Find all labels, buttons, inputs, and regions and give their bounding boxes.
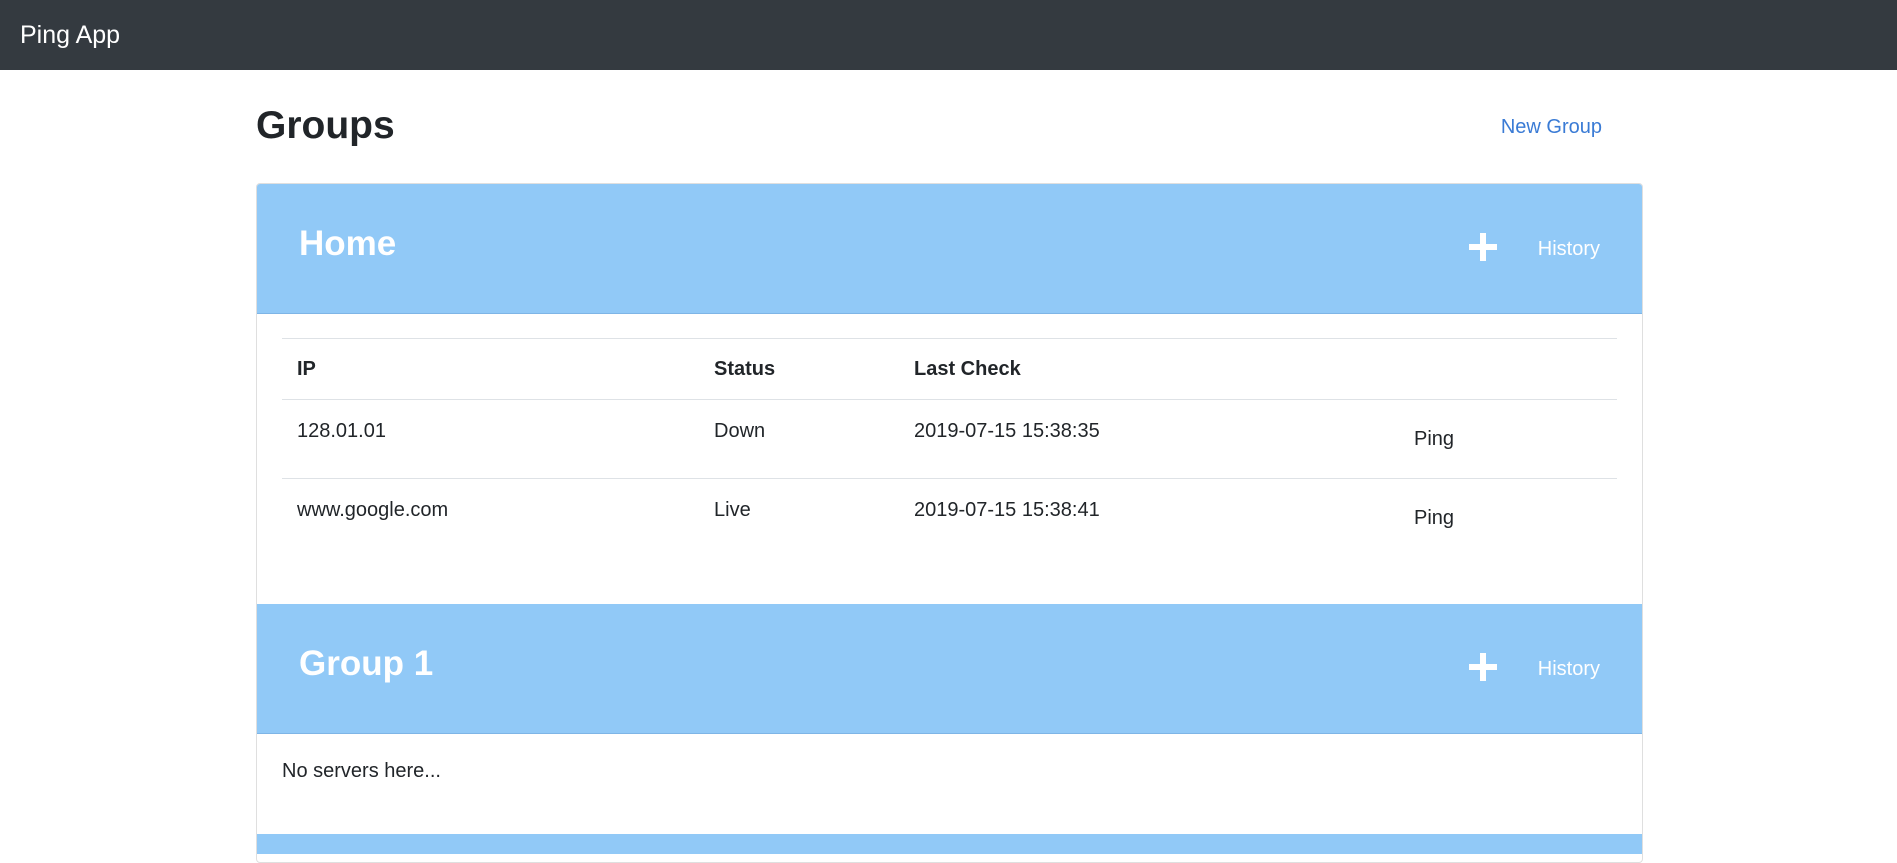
server-last-check: 2019-07-15 15:38:41	[914, 499, 1100, 521]
top-navbar: Ping App	[0, 0, 1897, 70]
server-status: Live	[714, 499, 751, 521]
server-actions: Ping	[1399, 479, 1617, 558]
servers-table: IP Status Last Check 128.01.01 Down 2019…	[282, 338, 1617, 558]
page-header: Groups New Group	[256, 96, 1642, 156]
column-header-actions	[1399, 338, 1617, 400]
ping-button[interactable]: Ping	[1414, 428, 1454, 451]
server-status: Down	[699, 399, 899, 479]
group-header-home: Home History	[257, 184, 1642, 314]
column-header-status: Status	[699, 338, 899, 400]
group-name: Home	[299, 224, 397, 263]
app-brand-link[interactable]: Ping App	[20, 21, 120, 50]
table-header-row: IP Status Last Check	[282, 338, 1617, 400]
table-row: 128.01.01 Down 2019-07-15 15:38:35 Ping	[282, 399, 1617, 479]
add-server-button[interactable]	[1466, 650, 1500, 684]
group-name: Group 1	[299, 644, 434, 683]
group-body-home: IP Status Last Check 128.01.01 Down 2019…	[257, 314, 1642, 604]
empty-servers-message: No servers here...	[282, 760, 441, 782]
server-last-check: 2019-07-15 15:38:35	[899, 399, 1399, 479]
table-row: www.google.com Live 2019-07-15 15:38:41 …	[282, 479, 1617, 558]
server-ip: 128.01.01	[282, 399, 699, 479]
column-header-last-check: Last Check	[899, 338, 1399, 400]
plus-icon	[1469, 653, 1497, 681]
new-group-link[interactable]: New Group	[1501, 116, 1602, 139]
groups-list: Home History IP Status Last Check 128.01…	[256, 183, 1643, 863]
plus-icon	[1469, 233, 1497, 261]
server-ip: www.google.com	[297, 499, 449, 521]
column-header-ip: IP	[282, 338, 699, 400]
group-body-group-1: No servers here...	[257, 734, 1642, 834]
server-actions: Ping	[1399, 399, 1617, 479]
group-header-group-1: Group 1 History	[257, 604, 1642, 734]
history-link[interactable]: History	[1538, 238, 1600, 261]
page-title: Groups	[256, 104, 395, 147]
ping-button[interactable]: Ping	[1414, 507, 1454, 530]
history-link[interactable]: History	[1538, 658, 1600, 681]
next-group-header	[257, 834, 1642, 854]
add-server-button[interactable]	[1466, 230, 1500, 264]
